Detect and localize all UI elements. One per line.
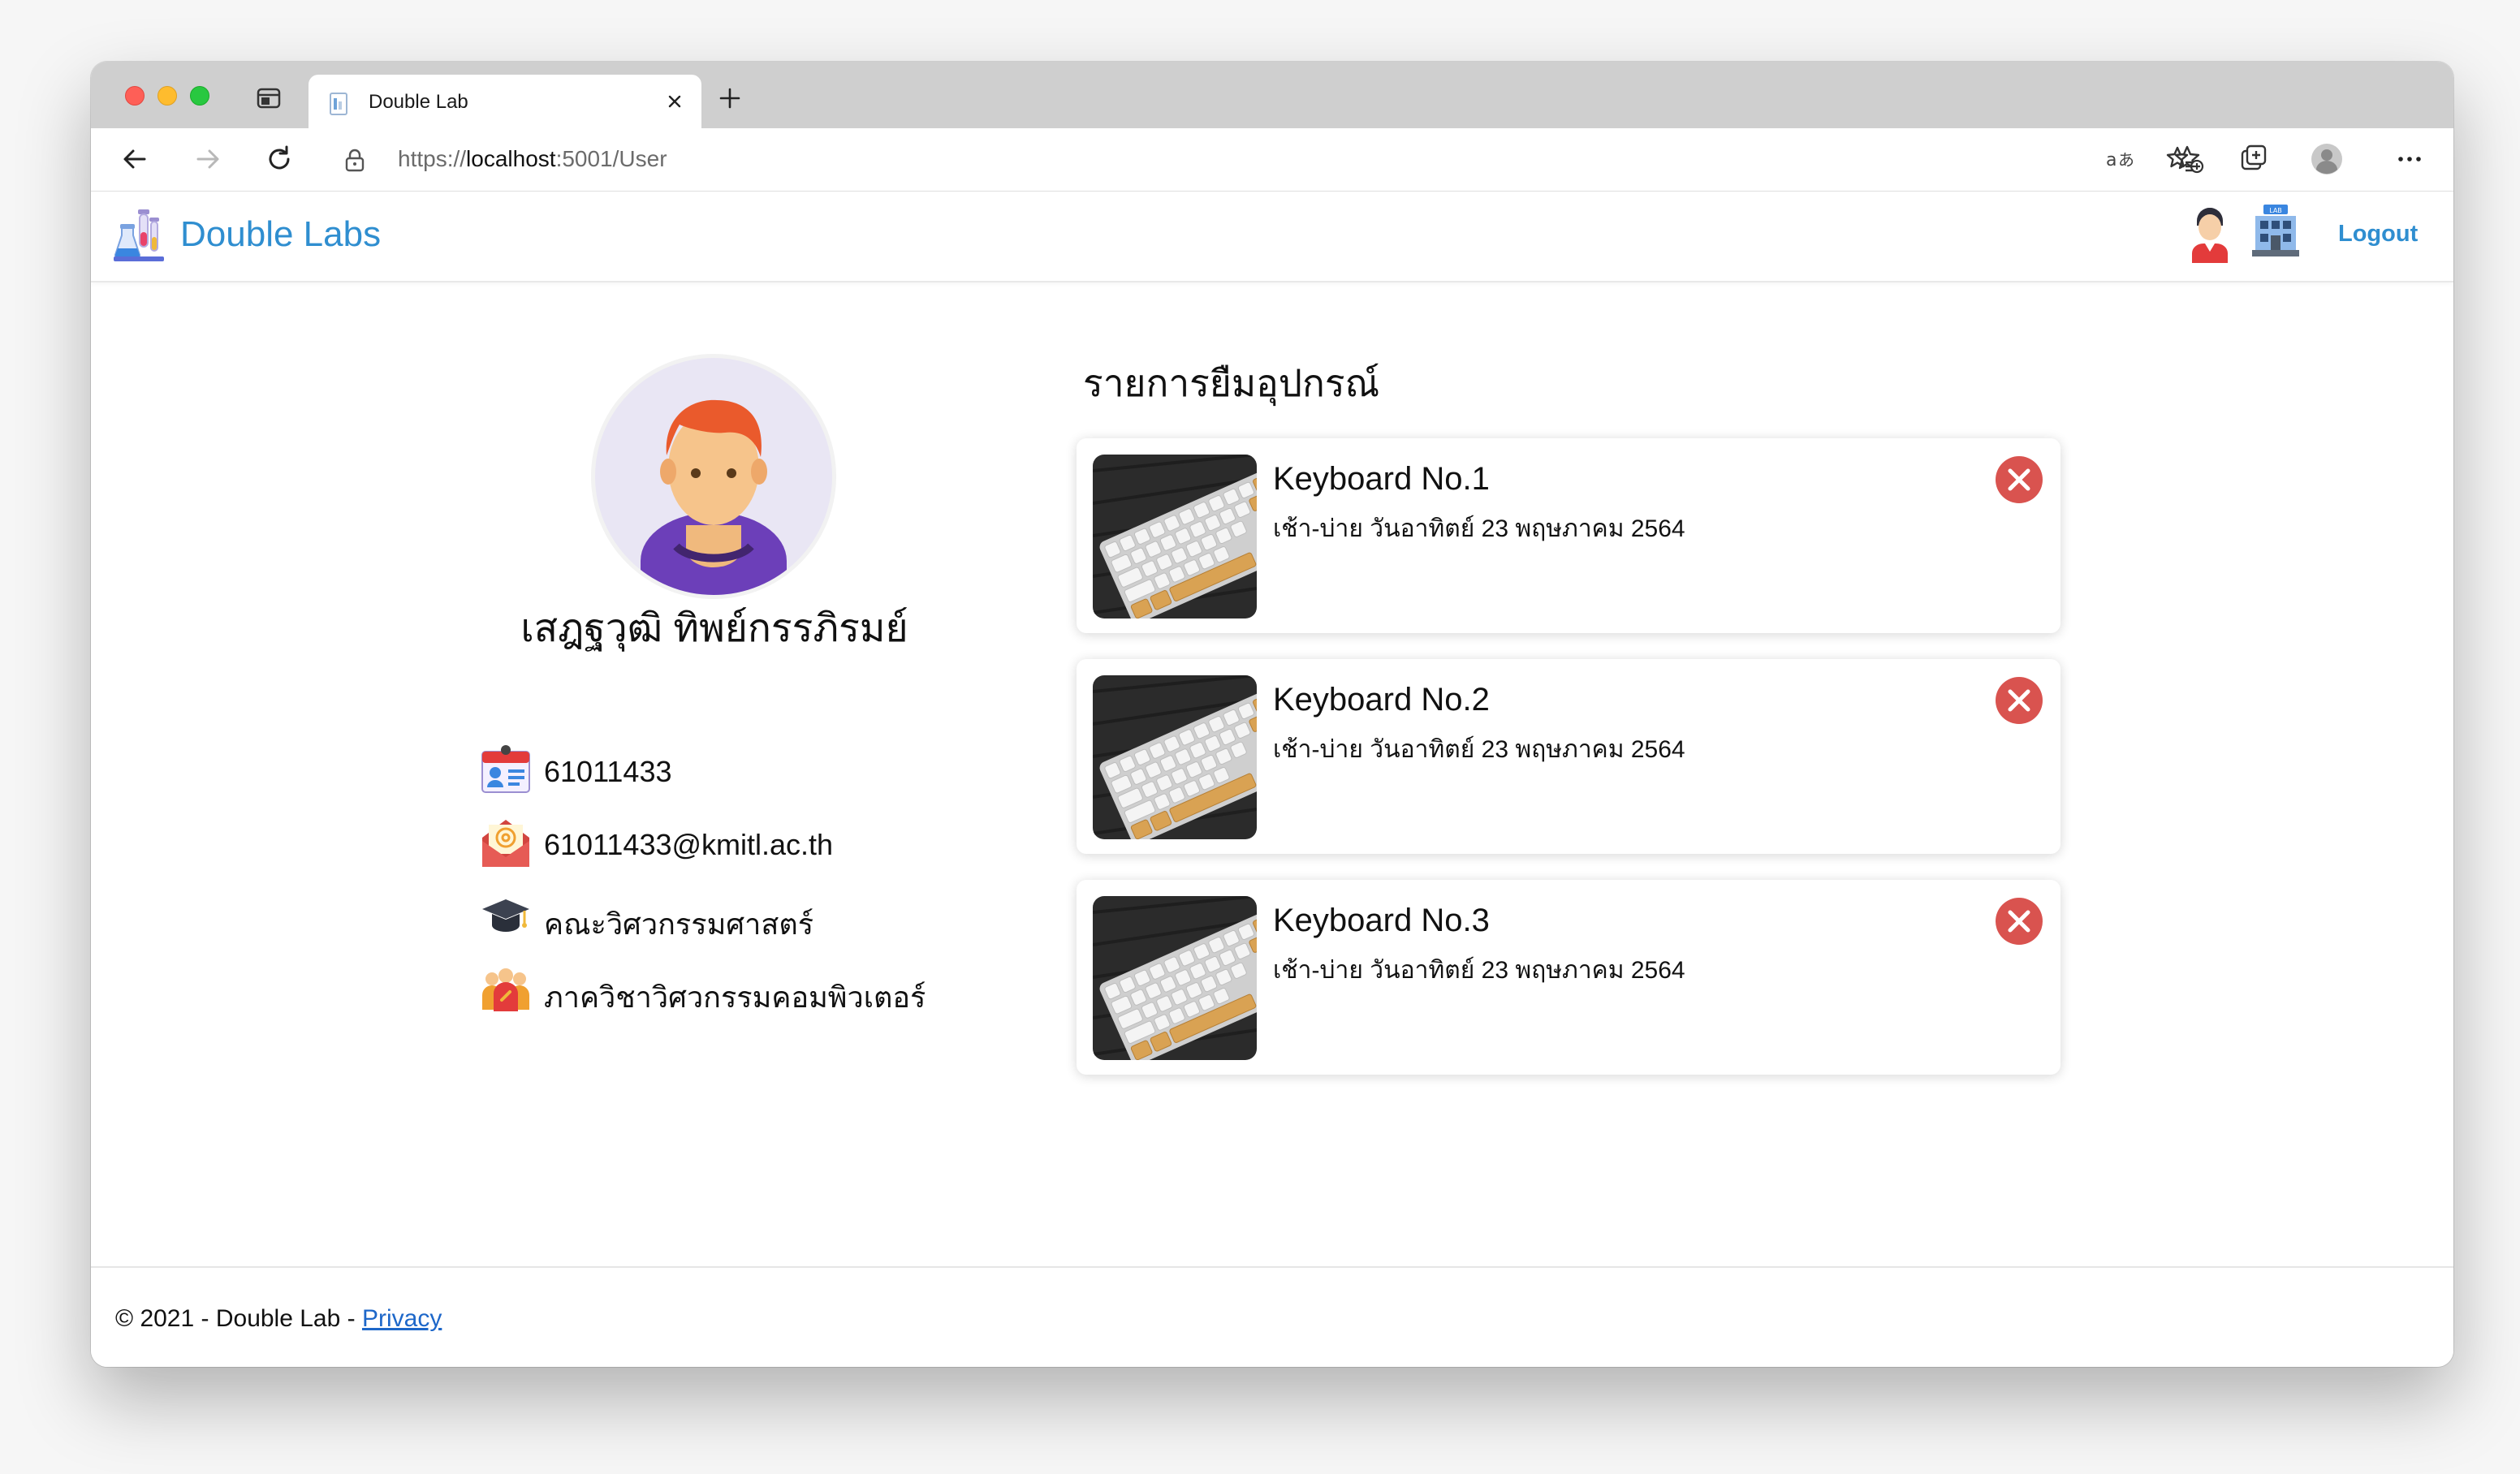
page-footer: © 2021 - Double Lab - Privacy bbox=[91, 1266, 2453, 1367]
svg-text:a: a bbox=[2106, 150, 2117, 170]
browser-tab-active[interactable]: Double Lab bbox=[309, 75, 701, 128]
email-envelope-icon bbox=[481, 817, 531, 868]
svg-text:あ: あ bbox=[2118, 150, 2134, 170]
footer-text: © 2021 - Double Lab - Privacy bbox=[115, 1305, 442, 1333]
more-menu-icon[interactable] bbox=[2393, 143, 2426, 175]
tab-strip: Double Lab bbox=[91, 62, 2453, 128]
browser-toolbar: https://localhost:5001/User aあ bbox=[91, 128, 2453, 192]
item-name: Keyboard No.1 bbox=[1273, 461, 1490, 497]
lock-icon[interactable] bbox=[344, 148, 365, 172]
logout-link[interactable]: Logout bbox=[2338, 221, 2418, 248]
user-avatar-icon[interactable] bbox=[2189, 205, 2231, 263]
collections-icon[interactable] bbox=[2237, 143, 2270, 175]
zoom-window-button[interactable] bbox=[190, 86, 209, 106]
url-host: localhost bbox=[466, 146, 556, 171]
profile-avatar-icon[interactable] bbox=[2311, 143, 2343, 175]
keyboard-photo bbox=[1093, 675, 1257, 839]
back-arrow-icon[interactable] bbox=[119, 143, 151, 175]
close-circle-icon[interactable] bbox=[1994, 896, 2044, 946]
close-window-button[interactable] bbox=[125, 86, 145, 106]
privacy-link[interactable]: Privacy bbox=[362, 1305, 442, 1332]
item-borrow-time: เช้า-บ่าย วันอาทิตย์ 23 พฤษภาคม 2564 bbox=[1273, 736, 1685, 763]
new-tab-icon[interactable] bbox=[716, 84, 744, 112]
close-tab-icon[interactable] bbox=[662, 89, 687, 114]
borrow-card: Keyboard No.1 เช้า-บ่าย วันอาทิตย์ 23 พฤ… bbox=[1077, 438, 2060, 633]
copyright-text: © 2021 - Double Lab - bbox=[115, 1305, 362, 1332]
close-circle-icon[interactable] bbox=[1994, 455, 2044, 505]
svg-text:LAB: LAB bbox=[2269, 207, 2282, 214]
id-card-icon bbox=[481, 743, 531, 795]
profile-name: เสฎฐวุฒิ ทิพย์กรรภิรมย์ bbox=[520, 607, 908, 650]
borrow-card: Keyboard No.2 เช้า-บ่าย วันอาทิตย์ 23 พฤ… bbox=[1077, 659, 2060, 854]
close-circle-icon[interactable] bbox=[1994, 675, 2044, 726]
item-name: Keyboard No.3 bbox=[1273, 903, 1490, 938]
item-borrow-time: เช้า-บ่าย วันอาทิตย์ 23 พฤษภาคม 2564 bbox=[1273, 957, 1685, 984]
forward-arrow-icon[interactable] bbox=[192, 143, 224, 175]
email-address: 61011433@kmitl.ac.th bbox=[544, 828, 834, 861]
minimize-window-button[interactable] bbox=[158, 86, 177, 106]
url-scheme: https:// bbox=[398, 146, 467, 171]
read-aloud-icon[interactable]: aあ bbox=[2104, 143, 2137, 175]
faculty-name: คณะวิศวกรรมศาสตร์ bbox=[544, 907, 814, 941]
refresh-icon[interactable] bbox=[263, 143, 296, 175]
flask-lab-icon[interactable] bbox=[114, 208, 164, 261]
group-people-icon bbox=[481, 963, 531, 1015]
lab-building-icon[interactable]: LAB bbox=[2250, 205, 2301, 256]
brand-name[interactable]: Double Labs bbox=[180, 214, 381, 255]
keyboard-photo bbox=[1093, 455, 1257, 618]
page-favicon-icon bbox=[328, 93, 349, 115]
graduation-cap-icon bbox=[481, 890, 531, 942]
item-name: Keyboard No.2 bbox=[1273, 682, 1490, 718]
keyboard-photo bbox=[1093, 896, 1257, 1060]
tab-title: Double Lab bbox=[369, 91, 468, 113]
profile-avatar bbox=[591, 354, 836, 599]
item-borrow-time: เช้า-บ่าย วันอาทิตย์ 23 พฤษภาคม 2564 bbox=[1273, 515, 1685, 542]
borrow-card: Keyboard No.3 เช้า-บ่าย วันอาทิตย์ 23 พฤ… bbox=[1077, 880, 2060, 1075]
department-name: ภาควิชาวิศวกรรมคอมพิวเตอร์ bbox=[544, 981, 926, 1014]
address-bar[interactable]: https://localhost:5001/User aあ bbox=[328, 135, 2204, 185]
borrow-list-title: รายการยืมอุปกรณ์ bbox=[1083, 362, 1380, 404]
url-text: https://localhost:5001/User bbox=[398, 146, 667, 172]
favorites-icon[interactable] bbox=[2164, 143, 2197, 175]
app-navbar: Double Labs LAB Logout bbox=[91, 192, 2453, 282]
url-path: :5001/User bbox=[555, 146, 667, 171]
tab-actions-icon[interactable] bbox=[257, 88, 281, 109]
student-id: 61011433 bbox=[544, 755, 672, 788]
browser-window: Double Lab https://localhost:5001/User a… bbox=[91, 62, 2453, 1367]
